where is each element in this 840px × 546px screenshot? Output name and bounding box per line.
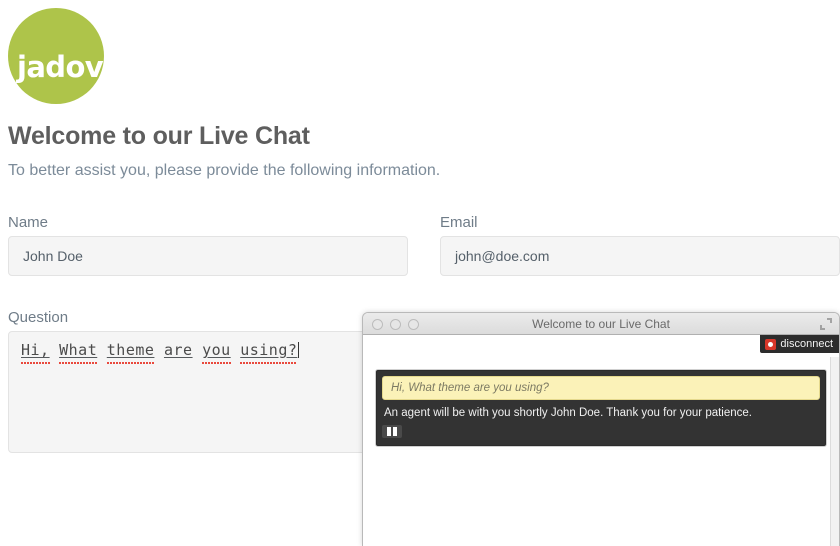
name-input-value: John Doe (23, 248, 83, 264)
email-input[interactable]: john@doe.com (440, 236, 840, 276)
close-icon[interactable] (372, 319, 383, 330)
window-controls (372, 319, 419, 330)
chat-window-body: disconnect Hi, What theme are you using?… (363, 335, 839, 546)
text-caret (298, 342, 300, 358)
page-subtitle: To better assist you, please provide the… (8, 162, 441, 179)
chat-message-system: An agent will be with you shortly John D… (384, 407, 752, 419)
chat-scrollbar[interactable] (830, 357, 839, 546)
chat-window-title: Welcome to our Live Chat (532, 316, 670, 331)
disconnect-label: disconnect (780, 338, 833, 350)
question-word: are (163, 341, 193, 359)
chat-window: Welcome to our Live Chat disconnect Hi, … (362, 312, 840, 546)
page-title: Welcome to our Live Chat (8, 122, 310, 150)
page-root: jadove Welcome to our Live Chat To bette… (0, 0, 840, 546)
resize-icon[interactable] (819, 317, 833, 331)
typing-indicator-icon (382, 425, 402, 438)
question-word: Hi, (21, 341, 50, 359)
chat-transcript: Hi, What theme are you using? An agent w… (375, 369, 827, 447)
question-word: theme (106, 341, 155, 359)
email-field-label: Email (440, 214, 478, 231)
brand-logo: jadove (8, 8, 128, 106)
minimize-icon[interactable] (390, 319, 401, 330)
chat-window-titlebar[interactable]: Welcome to our Live Chat (363, 313, 839, 335)
question-word: using? (240, 341, 298, 359)
name-input[interactable]: John Doe (8, 236, 408, 276)
chat-message-user: Hi, What theme are you using? (382, 376, 820, 400)
question-textarea-value: Hi, What theme are you using? (21, 340, 297, 360)
question-word: you (202, 341, 231, 359)
question-field-label: Question (8, 309, 69, 326)
email-input-value: john@doe.com (455, 248, 550, 264)
name-field-label: Name (8, 214, 49, 231)
disconnect-button[interactable]: disconnect (760, 335, 839, 353)
disconnect-icon (765, 338, 777, 350)
maximize-icon[interactable] (408, 319, 419, 330)
logo-wordmark: jadove (17, 50, 123, 84)
question-word: What (59, 341, 98, 359)
